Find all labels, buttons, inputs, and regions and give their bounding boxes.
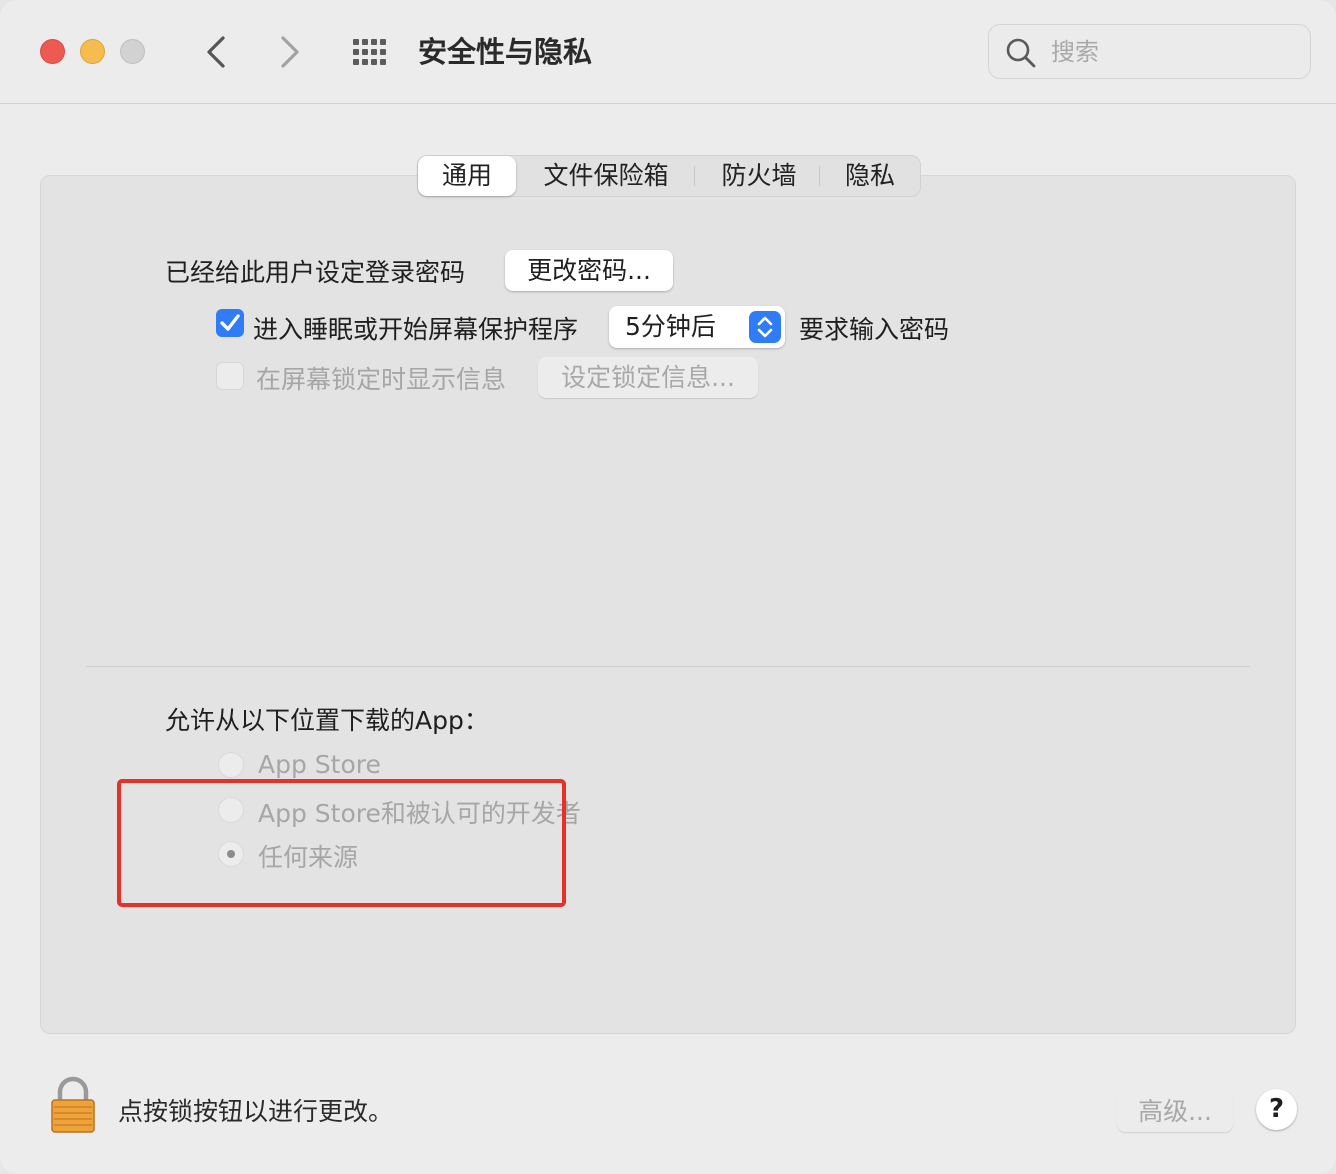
lock-instruction-label: 点按锁按钮以进行更改。: [118, 1097, 394, 1126]
tab-separator: [694, 166, 695, 186]
tab-bar: 通用 文件保险箱 防火墙 隐私: [417, 155, 921, 197]
search-field[interactable]: 搜索: [988, 24, 1311, 79]
padlock-icon: [51, 1076, 95, 1133]
password-set-label: 已经给此用户设定登录密码: [165, 258, 466, 287]
downloads-heading: 允许从以下位置下载的App：: [165, 706, 489, 735]
help-button[interactable]: ?: [1256, 1089, 1297, 1130]
back-button[interactable]: [196, 30, 236, 74]
minimize-window-button[interactable]: [80, 39, 105, 64]
change-password-button[interactable]: 更改密码...: [505, 250, 673, 291]
require-password-label: 进入睡眠或开始屏幕保护程序: [253, 315, 579, 344]
preferences-window: 安全性与隐私 搜索 通用 文件保险箱 防火墙 隐私 已经给此用户设定登录密码 更…: [0, 0, 1336, 1174]
lock-button[interactable]: [50, 1076, 96, 1134]
tab-privacy[interactable]: 隐私: [823, 156, 917, 196]
tab-separator: [819, 166, 820, 186]
forward-button[interactable]: [270, 30, 310, 74]
search-icon: [1006, 38, 1036, 68]
search-input[interactable]: 搜索: [1051, 25, 1099, 80]
window-title: 安全性与隐私: [418, 35, 593, 69]
radio-app-store-label: App Store: [258, 750, 381, 779]
section-divider: [86, 666, 1250, 667]
chevron-right-icon: [281, 36, 299, 68]
annotation-highlight-box: [117, 779, 566, 907]
close-window-button[interactable]: [40, 39, 65, 64]
advanced-button[interactable]: 高级...: [1117, 1091, 1233, 1132]
tab-firewall[interactable]: 防火墙: [702, 156, 816, 196]
lock-message-checkbox[interactable]: [216, 362, 244, 390]
lock-message-label: 在屏幕锁定时显示信息: [256, 365, 507, 394]
tab-filevault[interactable]: 文件保险箱: [526, 156, 686, 196]
require-password-suffix-label: 要求输入密码: [799, 315, 950, 344]
radio-app-store[interactable]: [218, 752, 244, 778]
require-password-checkbox[interactable]: [216, 309, 244, 337]
titlebar: 安全性与隐私 搜索: [0, 0, 1336, 104]
show-all-button[interactable]: [350, 34, 390, 70]
zoom-window-button[interactable]: [120, 39, 145, 64]
checkmark-icon: [220, 314, 240, 331]
chevron-left-icon: [207, 36, 225, 68]
password-delay-select[interactable]: 5分钟后: [609, 306, 785, 348]
tab-general[interactable]: 通用: [418, 156, 516, 196]
updown-arrows-icon: [749, 311, 781, 343]
set-lock-message-button[interactable]: 设定锁定信息...: [538, 357, 758, 398]
password-delay-value: 5分钟后: [625, 312, 716, 341]
